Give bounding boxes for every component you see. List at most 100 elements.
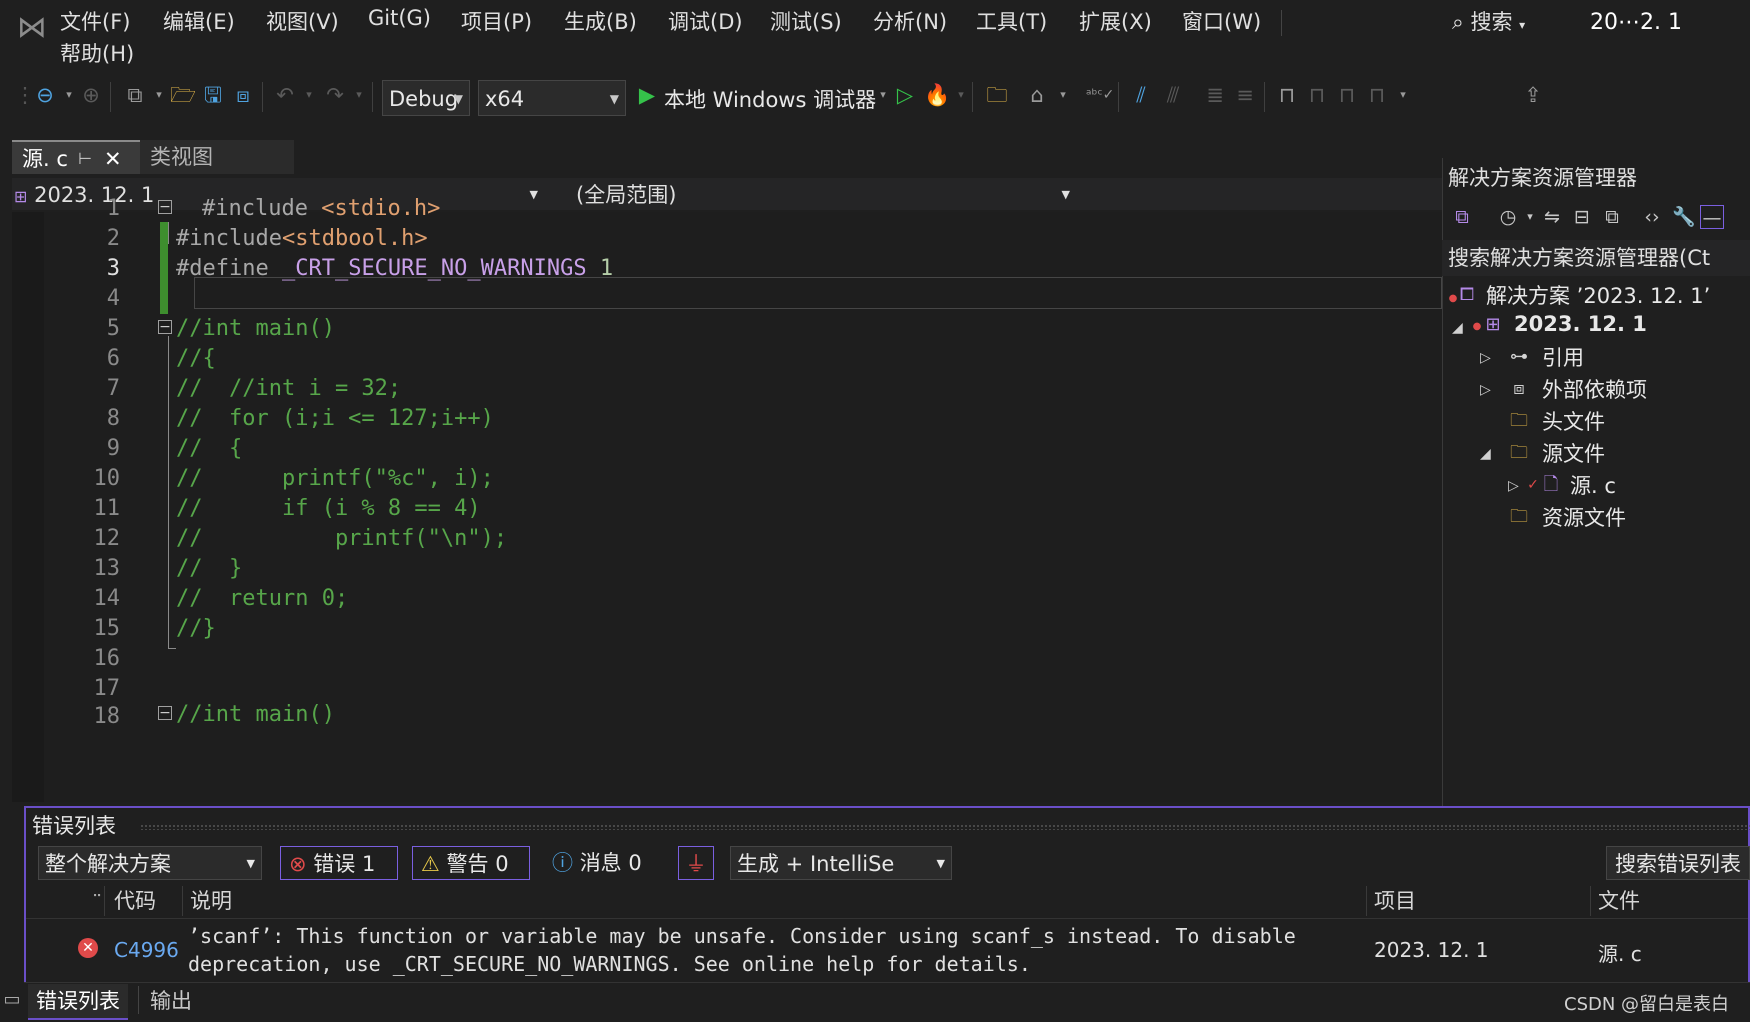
- redo-dropdown-icon[interactable]: ▾: [346, 82, 372, 108]
- warnings-filter-button[interactable]: ⚠ 警告 0: [412, 846, 530, 880]
- collapsed-arrow-icon[interactable]: ▷: [1480, 350, 1491, 366]
- menu-edit[interactable]: 编辑(E): [163, 6, 235, 36]
- menu-file[interactable]: 文件(F): [60, 6, 130, 36]
- code-line: //}: [176, 616, 216, 641]
- open-folder-icon[interactable]: 🗁: [170, 82, 196, 108]
- live-share-icon[interactable]: ⇪: [1520, 82, 1546, 108]
- expanded-arrow-icon[interactable]: ◢: [1452, 320, 1463, 336]
- toolbar-overflow-icon[interactable]: ▾: [1050, 82, 1076, 108]
- toolbar-separator: [262, 82, 263, 112]
- properties-icon[interactable]: 🔧: [1672, 205, 1696, 229]
- search-box[interactable]: ⌕ 搜索 ▾: [1452, 6, 1525, 36]
- run-target-label[interactable]: 本地 Windows 调试器: [664, 84, 876, 114]
- browser-link-icon[interactable]: ⌂: [1024, 82, 1050, 108]
- tab-source-c[interactable]: 源. c ⊢ ✕: [12, 140, 140, 174]
- comment-icon[interactable]: ▭: [0, 982, 24, 1018]
- menu-extensions[interactable]: 扩展(X): [1079, 6, 1152, 36]
- pending-dropdown-icon[interactable]: ▾: [1518, 205, 1542, 229]
- collapsed-arrow-icon[interactable]: ▷: [1480, 382, 1491, 398]
- spell-check-icon[interactable]: ᵃᵇᶜ✓: [1086, 82, 1114, 108]
- sort-icon[interactable]: ⠉: [92, 886, 102, 916]
- column-description[interactable]: 说明: [190, 886, 232, 916]
- error-scope-select[interactable]: 整个解决方案 ▼: [38, 846, 262, 880]
- redo-icon[interactable]: ↷: [322, 82, 348, 108]
- sync-icon[interactable]: ⇋: [1540, 205, 1564, 229]
- hot-reload-icon[interactable]: 🔥: [924, 82, 950, 108]
- menu-debug[interactable]: 调试(D): [668, 6, 743, 36]
- comment-out-icon[interactable]: ⫽: [1128, 82, 1154, 108]
- solution-explorer-search[interactable]: 搜索解决方案资源管理器(Ct: [1442, 240, 1750, 276]
- save-icon[interactable]: 🖫: [200, 82, 226, 108]
- tab-class-view[interactable]: 类视图: [140, 140, 294, 174]
- configuration-select[interactable]: Debug ▼: [382, 80, 470, 116]
- start-debug-icon[interactable]: ▶: [634, 82, 660, 108]
- new-dropdown-icon[interactable]: ▾: [146, 82, 172, 108]
- next-bookmark-icon[interactable]: ⊓: [1334, 82, 1360, 108]
- menu-window[interactable]: 窗口(W): [1182, 6, 1261, 36]
- view-code-icon[interactable]: ‹›: [1640, 205, 1664, 229]
- menu-test[interactable]: 测试(S): [770, 6, 842, 36]
- start-without-debug-icon[interactable]: ▷: [892, 82, 918, 108]
- scope-select[interactable]: (全局范围) ▼: [556, 180, 1076, 210]
- undo-icon[interactable]: ↶: [272, 82, 298, 108]
- preview-selected-icon[interactable]: —: [1700, 205, 1724, 229]
- messages-filter-button[interactable]: ⓘ 消息 0: [552, 846, 664, 880]
- save-all-icon[interactable]: ⧈: [230, 82, 256, 108]
- menu-analyze[interactable]: 分析(N): [873, 6, 947, 36]
- tree-header-files[interactable]: 头文件: [1542, 406, 1605, 436]
- error-list-search[interactable]: 搜索错误列表: [1606, 846, 1750, 880]
- tree-source-files[interactable]: 源文件: [1542, 438, 1605, 468]
- filter-icon[interactable]: ⏚: [678, 846, 714, 880]
- tab-output[interactable]: 输出: [142, 984, 200, 1018]
- tree-references[interactable]: 引用: [1542, 342, 1584, 372]
- uncomment-icon[interactable]: ⫻: [1160, 82, 1186, 108]
- prev-bookmark-icon[interactable]: ⊓: [1304, 82, 1330, 108]
- show-all-files-icon[interactable]: ⧉: [1600, 205, 1624, 229]
- build-source-select[interactable]: 生成 + IntelliSe ▼: [730, 846, 952, 880]
- collapsed-arrow-icon[interactable]: ▷: [1508, 478, 1519, 494]
- new-project-icon[interactable]: ⧉: [122, 82, 148, 108]
- tab-error-list[interactable]: 错误列表: [28, 984, 128, 1020]
- menu-view[interactable]: 视图(V): [266, 6, 339, 36]
- outdent-icon[interactable]: ≡: [1232, 82, 1258, 108]
- warning-icon: ⚠: [421, 852, 440, 876]
- tree-external-deps[interactable]: 外部依赖项: [1542, 374, 1647, 404]
- errors-filter-button[interactable]: ⊗ 错误 1: [280, 846, 398, 880]
- forward-icon[interactable]: ⊕: [78, 82, 104, 108]
- tree-project[interactable]: 2023. 12. 1: [1514, 312, 1647, 336]
- column-project[interactable]: 项目: [1374, 886, 1416, 916]
- collapse-icon[interactable]: −: [158, 706, 172, 720]
- tree-solution[interactable]: 解决方案 ’2023. 12. 1’: [1486, 280, 1710, 310]
- pending-changes-icon[interactable]: ◷: [1496, 205, 1520, 229]
- switch-views-icon[interactable]: ⧉: [1450, 205, 1474, 229]
- collapse-icon[interactable]: −: [158, 320, 172, 334]
- code-line: #include<stdbool.h>: [176, 226, 428, 251]
- code-line: //int main(): [176, 702, 335, 727]
- collapse-icon[interactable]: −: [158, 200, 172, 214]
- column-code[interactable]: 代码: [114, 886, 156, 916]
- menu-tools[interactable]: 工具(T): [976, 6, 1047, 36]
- find-in-files-icon[interactable]: 🗀: [984, 82, 1010, 108]
- close-icon[interactable]: ✕: [104, 142, 122, 176]
- menu-build[interactable]: 生成(B): [564, 6, 637, 36]
- tree-resource-files[interactable]: 资源文件: [1542, 502, 1626, 532]
- bookmark-icon[interactable]: ⊓: [1274, 82, 1300, 108]
- clear-bookmarks-icon[interactable]: ⊓: [1364, 82, 1390, 108]
- collapse-all-icon[interactable]: ⊟: [1570, 205, 1594, 229]
- column-file[interactable]: 文件: [1598, 886, 1640, 916]
- back-icon[interactable]: ⊖: [32, 82, 58, 108]
- platform-select[interactable]: x64 ▼: [478, 80, 626, 116]
- toolbar-overflow-icon[interactable]: ▾: [1390, 82, 1416, 108]
- error-code-link[interactable]: C4996: [114, 938, 179, 962]
- hot-reload-dropdown-icon[interactable]: ▾: [948, 82, 974, 108]
- undo-dropdown-icon[interactable]: ▾: [296, 82, 322, 108]
- menu-git[interactable]: Git(G): [368, 6, 431, 30]
- menu-help[interactable]: 帮助(H): [60, 38, 134, 68]
- indent-icon[interactable]: ≣: [1202, 82, 1228, 108]
- pin-icon[interactable]: ⊢: [78, 142, 92, 176]
- line-number: 6: [106, 346, 120, 371]
- tree-source-c[interactable]: 源. c: [1570, 470, 1616, 500]
- code-line: // //int i = 32;: [176, 376, 402, 401]
- menu-project[interactable]: 项目(P): [461, 6, 532, 36]
- expanded-arrow-icon[interactable]: ◢: [1480, 446, 1491, 462]
